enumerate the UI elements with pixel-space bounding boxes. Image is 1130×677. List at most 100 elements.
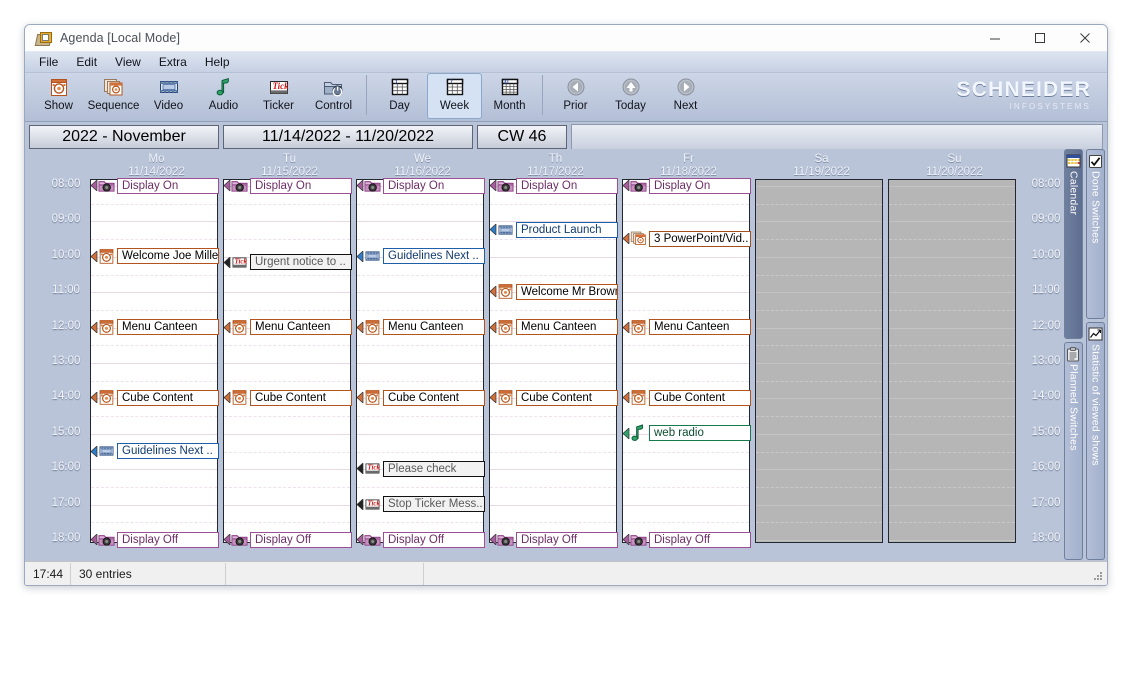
maximize-button[interactable]: [1017, 25, 1062, 51]
calendar-entry[interactable]: Tick Please check: [357, 460, 485, 477]
day-name: We: [413, 153, 432, 165]
day-calendar-icon: 1: [390, 76, 410, 98]
menu-item-file[interactable]: File: [30, 53, 67, 71]
side-tab-done-switches[interactable]: Done Switches: [1086, 149, 1105, 319]
half-hour-gridline: [91, 203, 217, 205]
calendar-entry[interactable]: 3 PowerPoint/Vid..: [623, 230, 751, 247]
menu-item-edit[interactable]: Edit: [67, 53, 106, 71]
toolbar-button-audio[interactable]: Audio: [196, 73, 251, 119]
half-hour-gridline: [889, 203, 1015, 205]
day-column-tu[interactable]: [223, 179, 351, 543]
minimize-button[interactable]: [972, 25, 1017, 51]
half-hour-gridline: [224, 522, 350, 524]
toolbar-button-video[interactable]: Video: [141, 73, 196, 119]
calendar-entry[interactable]: Menu Canteen: [490, 319, 618, 336]
toolbar-button-prior[interactable]: Prior: [548, 73, 603, 119]
entry-label: Menu Canteen: [117, 319, 219, 336]
time-label-1400: 14:00: [1031, 390, 1061, 403]
show-icon: [497, 284, 514, 299]
calendar-entry[interactable]: Tick Stop Ticker Mess..: [357, 496, 485, 513]
day-header-th[interactable]: Th 11/17/2022: [489, 153, 622, 179]
calendar-entry[interactable]: Cube Content: [490, 389, 618, 406]
calendar-entry[interactable]: Display Off: [490, 531, 618, 548]
calendar-entry[interactable]: Menu Canteen: [224, 319, 352, 336]
side-tab-calendar[interactable]: Calendar: [1064, 149, 1083, 339]
calendar-entry[interactable]: Tick Urgent notice to ..: [224, 254, 352, 271]
calendar-entry[interactable]: Display On: [224, 177, 352, 194]
week-calendar-icon: 7: [445, 76, 465, 98]
day-column-we[interactable]: [356, 179, 484, 543]
entry-label: Display Off: [649, 531, 751, 548]
toolbar-button-week[interactable]: 7 Week: [427, 73, 482, 119]
calendar-entry[interactable]: Display On: [357, 177, 485, 194]
day-header-sa[interactable]: Sa 11/19/2022: [755, 153, 888, 179]
calendar-entry[interactable]: Guidelines Next ..: [91, 443, 219, 460]
month-display[interactable]: 2022 - November: [29, 124, 219, 149]
half-hour-gridline: [224, 309, 350, 311]
toolbar-button-control[interactable]: Control: [306, 73, 361, 119]
toolbar-button-label: Video: [153, 100, 184, 112]
calendar-entry[interactable]: Welcome Mr Brown: [490, 283, 618, 300]
day-column-mo[interactable]: [90, 179, 218, 543]
half-hour-gridline: [889, 522, 1015, 524]
menu-item-help[interactable]: Help: [196, 53, 239, 71]
hour-gridline: [623, 292, 749, 294]
half-hour-gridline: [357, 416, 483, 418]
calendar-entry[interactable]: Product Launch: [490, 221, 618, 238]
calendar-entry[interactable]: Menu Canteen: [91, 319, 219, 336]
side-tab-planned-switches[interactable]: Planned Switches: [1064, 342, 1083, 560]
half-hour-gridline: [889, 416, 1015, 418]
day-column-sa[interactable]: [755, 179, 883, 543]
toolbar-button-month[interactable]: 31 Month: [482, 73, 537, 119]
hour-gridline: [91, 292, 217, 294]
toolbar-button-today[interactable]: Today: [603, 73, 658, 119]
day-header-tu[interactable]: Tu 11/15/2022: [223, 153, 356, 179]
window-title: Agenda [Local Mode]: [60, 31, 181, 45]
calendar-entry[interactable]: Menu Canteen: [357, 319, 485, 336]
day-header-fr[interactable]: Fr 11/18/2022: [622, 153, 755, 179]
calendar-entry[interactable]: web radio: [623, 424, 751, 442]
half-hour-gridline: [91, 522, 217, 524]
toolbar-button-show[interactable]: Show: [31, 73, 86, 119]
entry-label: Display Off: [250, 531, 352, 548]
side-tab-statistic-of-viewed-shows[interactable]: Statistic of viewed shows: [1086, 322, 1105, 560]
entry-start-marker-icon: [623, 534, 630, 545]
calendar-entry[interactable]: Cube Content: [623, 389, 751, 406]
close-button[interactable]: [1062, 25, 1107, 51]
entry-start-marker-icon: [357, 321, 364, 333]
day-header-mo[interactable]: Mo 11/14/2022: [90, 153, 223, 179]
hour-gridline: [889, 469, 1015, 471]
entry-label: Product Launch: [516, 221, 618, 238]
menu-item-view[interactable]: View: [106, 53, 150, 71]
calendar-entry[interactable]: Guidelines Next ..: [357, 248, 485, 265]
calendar-entry[interactable]: Cube Content: [91, 389, 219, 406]
time-label-1100: 11:00: [52, 284, 80, 297]
calendar-entry[interactable]: Display Off: [623, 531, 751, 548]
day-column-su[interactable]: [888, 179, 1016, 543]
menu-item-extra[interactable]: Extra: [150, 53, 196, 71]
day-header-we[interactable]: We 11/16/2022: [356, 153, 489, 179]
calendar-entry[interactable]: Welcome Joe Miller: [91, 248, 219, 265]
hour-gridline: [756, 398, 882, 400]
time-label-1200: 12:00: [51, 319, 81, 332]
calendar-entry[interactable]: Display Off: [357, 531, 485, 548]
week-range-display[interactable]: 11/14/2022 - 11/20/2022: [223, 124, 473, 149]
half-hour-gridline: [623, 380, 749, 382]
calendar-entry[interactable]: Display Off: [91, 531, 219, 548]
calendar-entry[interactable]: Display On: [91, 177, 219, 194]
calendar-entry[interactable]: Display On: [490, 177, 618, 194]
toolbar-button-ticker[interactable]: Tick Ticker: [251, 73, 306, 119]
resize-grip-icon[interactable]: [1092, 570, 1104, 582]
calendar-entry[interactable]: Display Off: [224, 531, 352, 548]
day-header-su[interactable]: Su 11/20/2022: [888, 153, 1021, 179]
toolbar-button-day[interactable]: 1 Day: [372, 73, 427, 119]
toolbar-button-label: Next: [673, 100, 698, 112]
calendar-week-display[interactable]: CW 46: [477, 124, 567, 149]
calendar-entry[interactable]: Menu Canteen: [623, 319, 751, 336]
toolbar-button-next[interactable]: Next: [658, 73, 713, 119]
calendar-entry[interactable]: Cube Content: [224, 389, 352, 406]
calendar-entry[interactable]: Display On: [623, 177, 751, 194]
calendar-entry[interactable]: Cube Content: [357, 389, 485, 406]
time-label-1700: 17:00: [1031, 496, 1061, 509]
toolbar-button-sequence[interactable]: Sequence: [86, 73, 141, 119]
